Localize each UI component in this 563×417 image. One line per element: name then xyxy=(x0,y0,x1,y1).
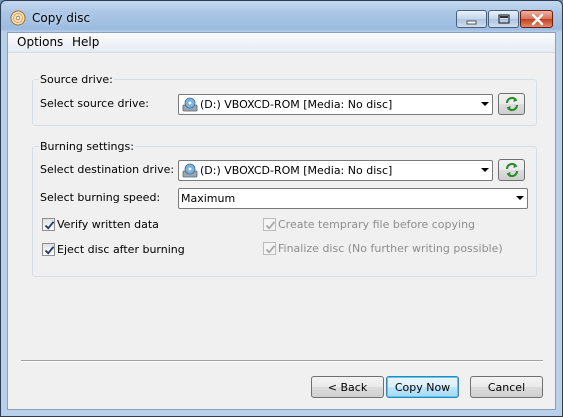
refresh-source-button[interactable] xyxy=(498,93,525,115)
finalize-disc-label: Finalize disc (No further writing possib… xyxy=(278,242,503,255)
create-temp-file-checkbox xyxy=(263,218,276,231)
refresh-icon xyxy=(505,96,519,112)
window-title: Copy disc xyxy=(32,11,91,25)
copy-now-button[interactable]: Copy Now xyxy=(386,376,459,398)
source-drive-select[interactable]: (D:) VBOXCD-ROM [Media: No disc] xyxy=(178,94,493,115)
divider xyxy=(21,360,543,362)
menu-options[interactable]: Options xyxy=(14,34,66,50)
refresh-icon xyxy=(505,162,519,178)
burning-settings-legend: Burning settings: xyxy=(39,140,135,153)
chevron-down-icon xyxy=(481,168,489,172)
checkmark-icon xyxy=(265,221,276,230)
menu-help[interactable]: Help xyxy=(69,34,102,50)
source-drive-value: (D:) VBOXCD-ROM [Media: No disc] xyxy=(200,98,393,111)
burning-speed-label: Select burning speed: xyxy=(40,191,161,204)
destination-drive-value: (D:) VBOXCD-ROM [Media: No disc] xyxy=(200,164,393,177)
burning-speed-select[interactable]: Maximum xyxy=(178,188,528,209)
back-button[interactable]: < Back xyxy=(311,376,384,398)
destination-drive-select[interactable]: (D:) VBOXCD-ROM [Media: No disc] xyxy=(178,160,493,181)
verify-written-data-checkbox[interactable] xyxy=(42,218,55,231)
dialog-client-area: Options Help Source drive: Select source… xyxy=(7,32,556,410)
close-button[interactable] xyxy=(520,10,553,28)
menu-bar: Options Help xyxy=(8,33,555,53)
maximize-icon xyxy=(498,14,510,24)
chevron-down-icon xyxy=(481,102,489,106)
checkmark-icon xyxy=(44,221,55,230)
create-temp-file-label: Create temprary file before copying xyxy=(278,218,476,231)
copy-disc-window: Copy disc Options Help Source drive: Sel… xyxy=(0,0,563,417)
maximize-button[interactable] xyxy=(488,10,519,28)
title-bar[interactable]: Copy disc xyxy=(1,1,562,32)
eject-disc-checkbox[interactable] xyxy=(42,243,55,256)
close-icon xyxy=(531,13,544,26)
refresh-destination-button[interactable] xyxy=(498,159,525,181)
eject-disc-label[interactable]: Eject disc after burning xyxy=(57,243,185,256)
cd-drive-icon xyxy=(182,163,198,178)
source-drive-label: Select source drive: xyxy=(40,97,150,110)
burning-speed-value: Maximum xyxy=(181,192,236,205)
disc-icon xyxy=(10,10,26,26)
chevron-down-icon xyxy=(516,196,524,200)
destination-drive-label: Select destination drive: xyxy=(40,163,175,176)
verify-written-data-label[interactable]: Verify written data xyxy=(57,218,159,231)
checkmark-icon xyxy=(265,245,276,254)
minimize-button[interactable] xyxy=(456,10,487,28)
minimize-icon xyxy=(466,20,477,25)
cancel-button[interactable]: Cancel xyxy=(470,376,543,398)
finalize-disc-checkbox xyxy=(263,242,276,255)
cd-drive-icon xyxy=(182,97,198,112)
checkmark-icon xyxy=(44,246,55,255)
source-drive-legend: Source drive: xyxy=(39,73,114,86)
